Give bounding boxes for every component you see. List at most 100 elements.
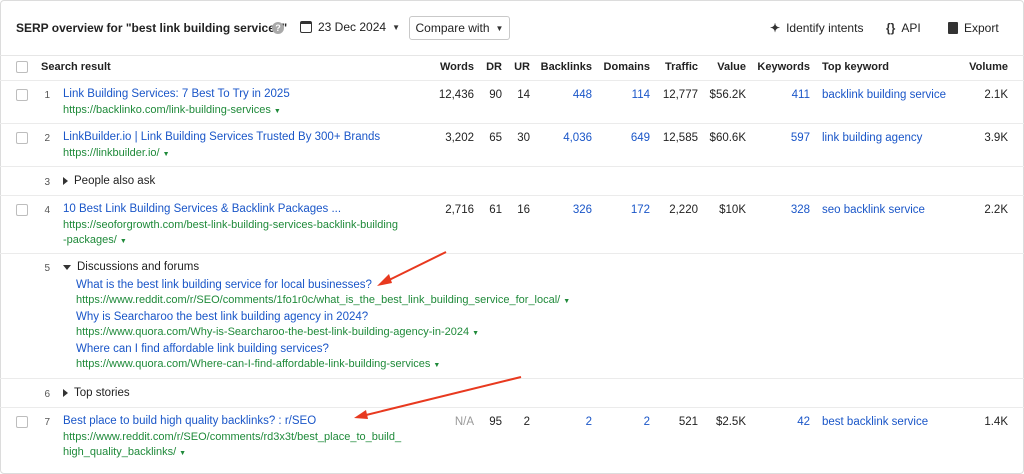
discussion-url[interactable]: https://www.quora.com/Where-can-I-find-a… bbox=[76, 358, 440, 370]
discussions-toggle[interactable]: Discussions and forums bbox=[63, 261, 199, 273]
words-value: 2,716 bbox=[445, 204, 474, 216]
result-url[interactable]: https://linkbuilder.io/▼ bbox=[63, 147, 170, 159]
divider bbox=[0, 123, 1024, 124]
result-url-line2[interactable]: high_quality_backlinks/▼ bbox=[63, 446, 186, 458]
ur-value: 30 bbox=[517, 132, 530, 144]
identify-intents-label: Identify intents bbox=[786, 21, 864, 35]
compare-with-button[interactable]: Compare with ▼ bbox=[409, 16, 510, 40]
expand-arrow-icon bbox=[63, 389, 68, 397]
date-label: 23 Dec 2024 bbox=[318, 20, 387, 34]
url-text: high_quality_backlinks/ bbox=[63, 446, 177, 458]
backlinks-link[interactable]: 4,036 bbox=[538, 132, 592, 144]
col-top-keyword[interactable]: Top keyword bbox=[822, 61, 889, 73]
discussion-title-link[interactable]: Where can I find affordable link buildin… bbox=[76, 343, 329, 355]
result-title-link[interactable]: Best place to build high quality backlin… bbox=[63, 415, 316, 427]
keywords-link[interactable]: 597 bbox=[756, 132, 810, 144]
top-keyword-link[interactable]: seo backlink service bbox=[822, 204, 925, 216]
col-domains[interactable]: Domains bbox=[598, 61, 650, 73]
url-text: https://linkbuilder.io/ bbox=[63, 147, 160, 159]
result-title-link[interactable]: LinkBuilder.io | Link Building Services … bbox=[63, 131, 380, 143]
export-button[interactable]: Export bbox=[948, 21, 999, 35]
domains-link[interactable]: 649 bbox=[598, 132, 650, 144]
value-amount: $60.6K bbox=[709, 132, 746, 144]
result-url-line2[interactable]: -packages/▼ bbox=[63, 234, 127, 246]
url-dropdown-icon[interactable]: ▼ bbox=[472, 330, 479, 337]
people-also-ask-toggle[interactable]: People also ask bbox=[63, 175, 155, 187]
row-checkbox[interactable] bbox=[16, 89, 28, 101]
export-icon bbox=[948, 22, 958, 34]
words-value: N/A bbox=[454, 416, 474, 428]
top-keyword-link[interactable]: best backlink service bbox=[822, 416, 928, 428]
result-title-link[interactable]: 10 Best Link Building Services & Backlin… bbox=[63, 203, 341, 215]
traffic-value: 521 bbox=[678, 416, 698, 428]
compare-with-label: Compare with bbox=[415, 21, 490, 35]
top-keyword-link[interactable]: link building agency bbox=[822, 132, 922, 144]
ur-value: 14 bbox=[517, 89, 530, 101]
row-checkbox[interactable] bbox=[16, 204, 28, 216]
row-number: 4 bbox=[44, 205, 50, 216]
row-number: 1 bbox=[44, 90, 50, 101]
backlinks-link[interactable]: 326 bbox=[538, 204, 592, 216]
domains-link[interactable]: 2 bbox=[598, 416, 650, 428]
result-url-line1[interactable]: https://seoforgrowth.com/best-link-build… bbox=[63, 219, 398, 231]
divider bbox=[0, 407, 1024, 408]
keywords-link[interactable]: 42 bbox=[756, 416, 810, 428]
date-picker[interactable]: 23 Dec 2024 ▼ bbox=[300, 20, 400, 34]
volume-value: 2.2K bbox=[984, 204, 1008, 216]
feature-label: Top stories bbox=[74, 387, 130, 399]
domains-link[interactable]: 114 bbox=[598, 89, 650, 101]
row-number: 3 bbox=[44, 177, 50, 188]
url-text: https://www.quora.com/Why-is-Searcharoo-… bbox=[76, 326, 470, 338]
backlinks-link[interactable]: 2 bbox=[538, 416, 592, 428]
chevron-down-icon: ▼ bbox=[392, 22, 400, 32]
volume-value: 3.9K bbox=[984, 132, 1008, 144]
traffic-value: 12,777 bbox=[662, 89, 698, 101]
divider bbox=[0, 378, 1024, 379]
page-title: SERP overview for "best link building se… bbox=[16, 21, 288, 35]
row-number: 6 bbox=[44, 389, 50, 400]
row-number: 7 bbox=[44, 417, 50, 428]
col-backlinks[interactable]: Backlinks bbox=[538, 61, 592, 73]
col-value[interactable]: Value bbox=[706, 61, 746, 73]
row-checkbox[interactable] bbox=[16, 416, 28, 428]
url-dropdown-icon[interactable]: ▼ bbox=[163, 151, 170, 158]
traffic-value: 2,220 bbox=[669, 204, 698, 216]
top-stories-toggle[interactable]: Top stories bbox=[63, 387, 130, 399]
url-text: https://www.reddit.com/r/SEO/comments/1f… bbox=[76, 294, 561, 306]
result-title-link[interactable]: Link Building Services: 7 Best To Try in… bbox=[63, 88, 290, 100]
expand-arrow-icon bbox=[63, 177, 68, 185]
row-number: 2 bbox=[44, 133, 50, 144]
divider bbox=[0, 80, 1024, 81]
col-volume[interactable]: Volume bbox=[966, 61, 1008, 73]
identify-intents-button[interactable]: ✦ Identify intents bbox=[770, 21, 863, 35]
question-circle-icon[interactable]: ? bbox=[272, 22, 284, 34]
col-ur[interactable]: UR bbox=[508, 61, 530, 73]
result-url-line1[interactable]: https://www.reddit.com/r/SEO/comments/rd… bbox=[63, 431, 401, 443]
keywords-link[interactable]: 328 bbox=[756, 204, 810, 216]
keywords-link[interactable]: 411 bbox=[756, 89, 810, 101]
col-keywords[interactable]: Keywords bbox=[756, 61, 810, 73]
discussion-url[interactable]: https://www.reddit.com/r/SEO/comments/1f… bbox=[76, 294, 570, 306]
discussion-title-link[interactable]: Why is Searcharoo the best link building… bbox=[76, 311, 368, 323]
col-dr[interactable]: DR bbox=[480, 61, 502, 73]
sparkle-icon: ✦ bbox=[770, 21, 781, 35]
domains-link[interactable]: 172 bbox=[598, 204, 650, 216]
select-all-checkbox[interactable] bbox=[16, 61, 28, 73]
url-dropdown-icon[interactable]: ▼ bbox=[274, 108, 281, 115]
discussion-url[interactable]: https://www.quora.com/Why-is-Searcharoo-… bbox=[76, 326, 479, 338]
discussion-title-link[interactable]: What is the best link building service f… bbox=[76, 279, 372, 291]
export-label: Export bbox=[964, 21, 999, 35]
col-search-result[interactable]: Search result bbox=[41, 61, 111, 73]
backlinks-link[interactable]: 448 bbox=[538, 89, 592, 101]
col-traffic[interactable]: Traffic bbox=[656, 61, 698, 73]
volume-value: 2.1K bbox=[984, 89, 1008, 101]
result-url[interactable]: https://backlinko.com/link-building-serv… bbox=[63, 104, 281, 116]
top-keyword-link[interactable]: backlink building service bbox=[822, 89, 946, 101]
url-dropdown-icon[interactable]: ▼ bbox=[563, 298, 570, 305]
url-dropdown-icon[interactable]: ▼ bbox=[120, 238, 127, 245]
url-dropdown-icon[interactable]: ▼ bbox=[179, 450, 186, 457]
url-dropdown-icon[interactable]: ▼ bbox=[433, 362, 440, 369]
row-checkbox[interactable] bbox=[16, 132, 28, 144]
col-words[interactable]: Words bbox=[430, 61, 474, 73]
api-button[interactable]: {} API bbox=[886, 21, 921, 35]
